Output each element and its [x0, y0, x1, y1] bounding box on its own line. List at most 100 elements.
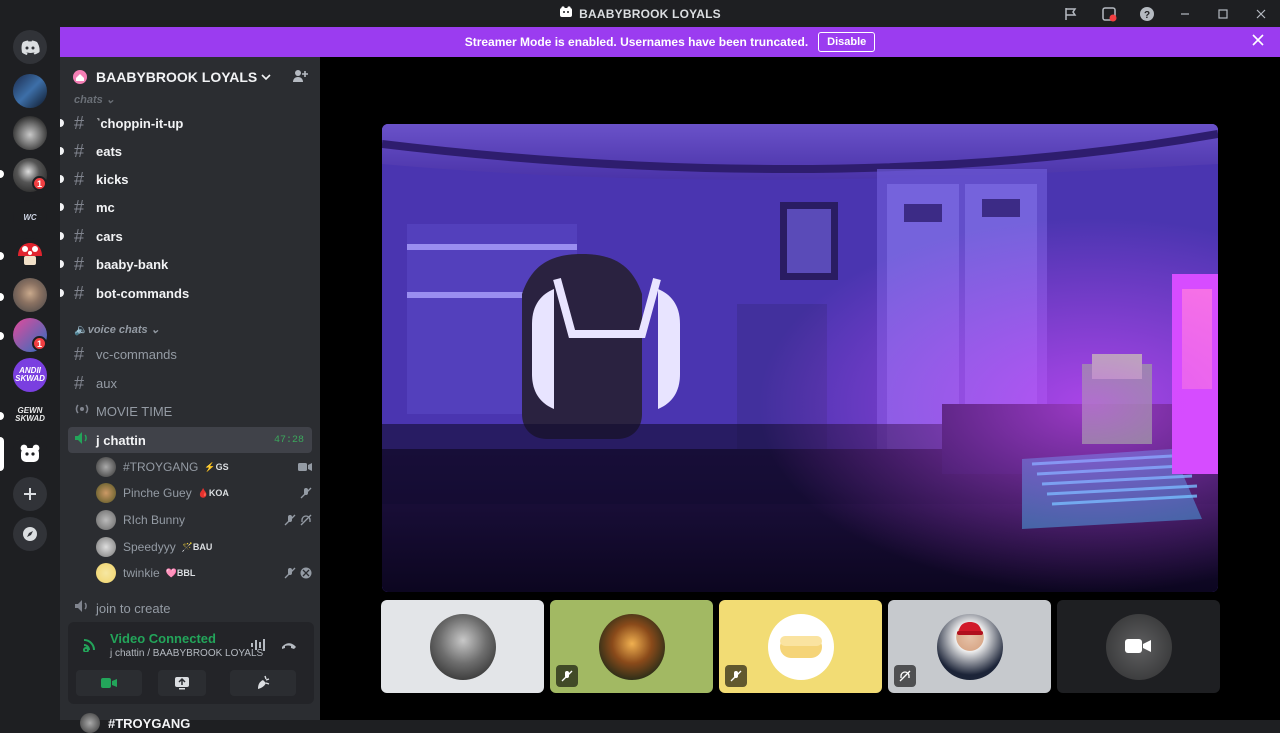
speaker-category-icon: 🔈: [74, 324, 88, 336]
help-icon[interactable]: ?: [1128, 0, 1166, 27]
text-channel-icon: #: [74, 282, 85, 303]
voice-user[interactable]: RIch Bunny: [96, 507, 312, 533]
soundboard-button[interactable]: [230, 670, 296, 696]
mic-muted-icon: [284, 567, 296, 579]
deafened-icon: [300, 514, 312, 526]
channel-label: aux: [96, 375, 117, 391]
category-voice-chats[interactable]: 🔈voice chats ⌄: [60, 323, 160, 336]
channel-bot-commands[interactable]: # bot-commands: [60, 280, 312, 306]
avatar: [598, 613, 665, 680]
server-tag: 🩷BBL: [165, 567, 196, 578]
avatar: [96, 563, 116, 583]
channel-vc-commands[interactable]: # vc-commands: [68, 341, 312, 367]
voice-user-name: #TROYGANG: [123, 460, 199, 474]
category-chats[interactable]: chats ⌄: [60, 93, 115, 106]
user-status-icons: [284, 567, 312, 579]
inbox-icon[interactable]: [1090, 0, 1128, 27]
channel-label: baaby-bank: [96, 256, 169, 272]
svg-text:?: ?: [1144, 10, 1150, 21]
server-icon-4[interactable]: WC: [13, 200, 47, 234]
focused-video-stream[interactable]: [382, 124, 1218, 592]
channel-join-to-create[interactable]: join to create: [68, 595, 312, 621]
minimize-icon[interactable]: [1166, 0, 1204, 27]
avatar: [96, 537, 116, 557]
close-banner-icon[interactable]: [1252, 33, 1264, 50]
disconnect-icon[interactable]: [280, 638, 298, 657]
server-icon-car-1[interactable]: [13, 74, 47, 108]
channel-label: bot-commands: [96, 285, 190, 301]
voice-user[interactable]: twinkie 🩷BBL: [96, 560, 312, 586]
soundboard-icon: [258, 675, 270, 689]
camera-toggle-button[interactable]: [76, 670, 142, 696]
screen-share-icon: [175, 677, 189, 690]
text-channel-icon: #: [74, 225, 85, 246]
channel-cars[interactable]: # cars: [60, 223, 312, 249]
channel-label: MOVIE TIME: [96, 403, 173, 419]
channel-label: vc-commands: [96, 346, 177, 362]
unread-dot: [60, 260, 64, 268]
participant-tile[interactable]: [888, 600, 1051, 693]
inbox-flag-icon[interactable]: [1052, 0, 1090, 27]
channel-label: eats: [96, 143, 123, 159]
screen-share-button[interactable]: [158, 670, 206, 696]
voice-timer: 47:28: [273, 434, 304, 446]
server-icon-gewn-skwad[interactable]: GEWN SKWAD: [13, 398, 47, 432]
voice-user[interactable]: Pinche Guey 🩸KOA: [96, 480, 312, 506]
voice-status[interactable]: Video Connected: [110, 631, 216, 646]
server-icon-andii-skwad[interactable]: ANDII SKWAD: [13, 358, 47, 392]
unread-dot: [60, 203, 64, 211]
server-icon-6[interactable]: [13, 278, 47, 312]
avatar: [936, 613, 1003, 680]
channel-label: ˺choppin-it-up: [96, 115, 184, 131]
unread-dot: [60, 147, 64, 155]
participant-tile[interactable]: [550, 600, 713, 693]
channel-aux[interactable]: # aux: [68, 370, 312, 396]
channel-label: kicks: [96, 171, 129, 187]
server-header[interactable]: BAABYBROOK LOYALS: [60, 57, 320, 97]
webcam-room-scene: [382, 124, 1218, 592]
server-icon-mushroom[interactable]: [13, 238, 47, 272]
participant-tile[interactable]: [719, 600, 882, 693]
text-channel-icon: #: [74, 253, 85, 274]
server-tag: 🪄BAU: [181, 541, 213, 552]
video-stage: [320, 57, 1280, 720]
text-channel-icon: #: [74, 343, 85, 364]
server-icon-baabybrook[interactable]: [13, 437, 47, 471]
add-server-icon[interactable]: [13, 477, 47, 511]
unread-dot: [60, 119, 64, 127]
channel-choppin-it-up[interactable]: # ˺choppin-it-up: [60, 110, 312, 136]
channel-eats[interactable]: # eats: [60, 138, 312, 164]
channel-sidebar: BAABYBROOK LOYALS chats ⌄ # ˺choppin-it-u…: [60, 57, 320, 733]
server-tag: 🩸KOA: [197, 487, 229, 498]
channel-mc[interactable]: # mc: [60, 194, 312, 220]
server-tag: ⚡GS: [204, 461, 229, 472]
participant-tile[interactable]: [381, 600, 544, 693]
channel-baaby-bank[interactable]: # baaby-bank: [60, 251, 312, 277]
channel-label: j chattin: [96, 432, 146, 448]
server-house-icon: [72, 70, 88, 84]
server-icon-car-2[interactable]: [13, 116, 47, 150]
avatar: [96, 457, 116, 477]
title-bar: BAABYBROOK LOYALS ?: [0, 0, 1280, 27]
disable-streamer-mode-button[interactable]: Disable: [818, 32, 876, 52]
voice-channel-j-chattin[interactable]: j chattin 47:28: [68, 427, 312, 453]
voice-user[interactable]: Speedyyy 🪄BAU: [96, 534, 312, 560]
invite-people-icon[interactable]: [292, 68, 308, 87]
current-user-name: #TROYGANG: [108, 715, 191, 731]
avatar: [767, 613, 834, 680]
close-window-icon[interactable]: [1242, 0, 1280, 27]
window-title: BAABYBROOK LOYALS: [559, 6, 721, 21]
selected-pill: [0, 437, 4, 471]
mention-badge: 1: [32, 336, 47, 351]
channel-movie-time[interactable]: MOVIE TIME: [68, 398, 312, 424]
discord-home-icon[interactable]: [13, 30, 47, 64]
explore-servers-icon[interactable]: [13, 517, 47, 551]
self-video-tile[interactable]: [1057, 600, 1220, 693]
channel-kicks[interactable]: # kicks: [60, 166, 312, 192]
maximize-icon[interactable]: [1204, 0, 1242, 27]
streamer-mode-banner: Streamer Mode is enabled. Usernames have…: [60, 27, 1280, 57]
noise-suppression-icon[interactable]: [250, 638, 268, 657]
voice-channel-icon: [74, 430, 96, 451]
streamer-mode-text: Streamer Mode is enabled. Usernames have…: [464, 35, 809, 49]
voice-user[interactable]: #TROYGANG ⚡GS: [96, 454, 312, 480]
